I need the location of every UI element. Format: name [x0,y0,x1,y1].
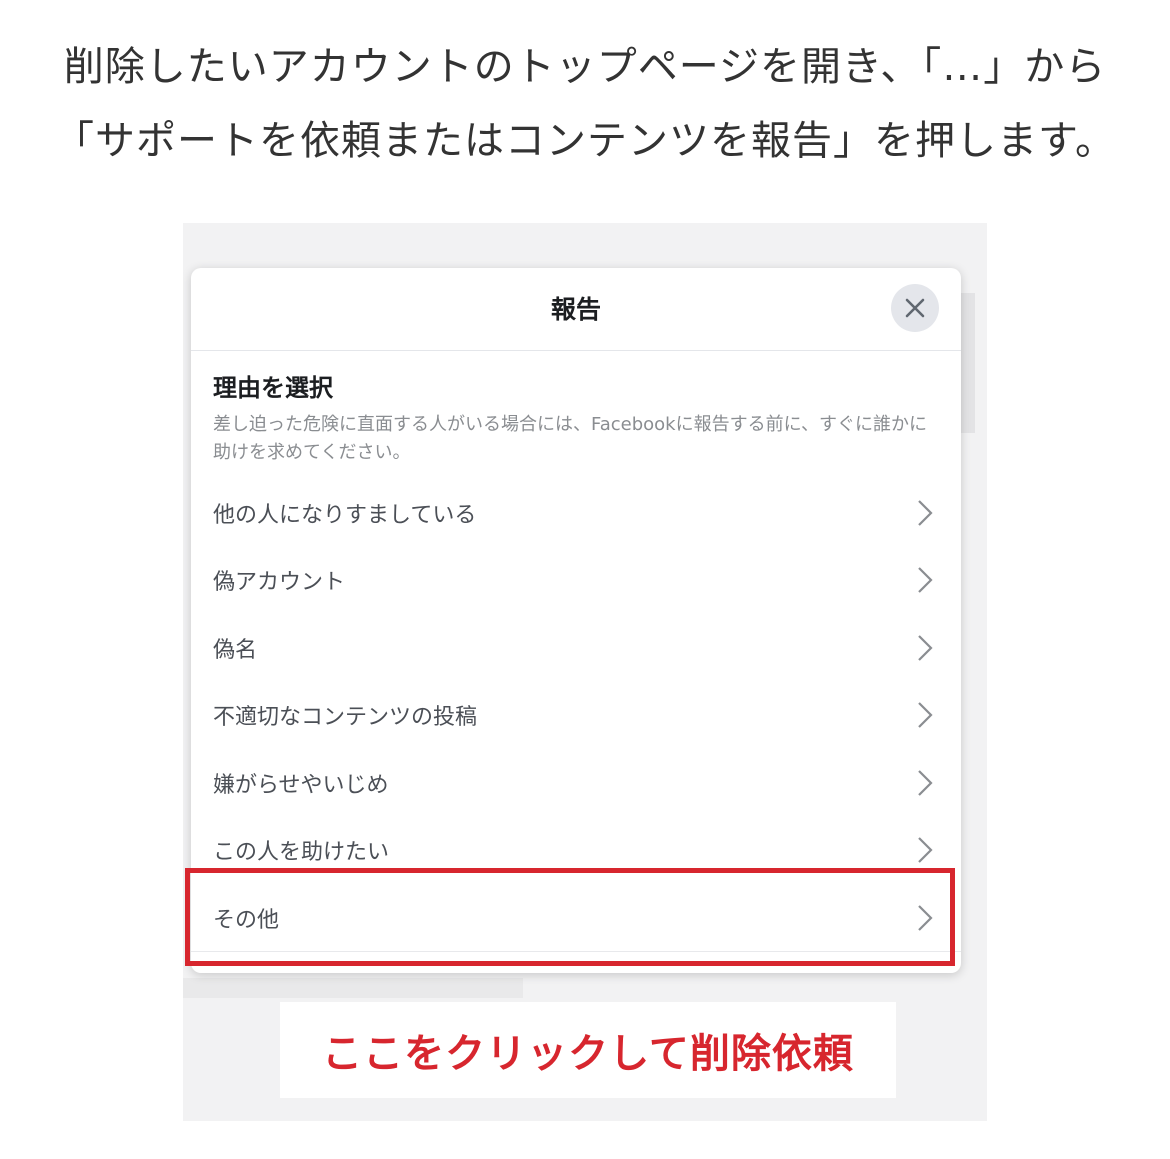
list-divider [191,950,961,952]
section-description: 差し迫った危険に直面する人がいる場合には、Facebookに報告する前に、すぐに… [213,414,928,463]
chevron-right-icon [918,567,933,594]
dialog-body: 理由を選択 差し迫った危険に直面する人がいる場合には、Facebookに報告する… [191,351,961,952]
reason-item-fake-name[interactable]: 偽名 [213,614,939,682]
chevron-right-icon [918,837,933,864]
chevron-right-icon [918,769,933,796]
reason-label: 偽名 [213,637,258,663]
reason-list: 他の人になりすましている 偽アカウント 偽名 不適切なコンテンツの投稿 嫌がらせ… [191,479,961,952]
reason-item-impersonation[interactable]: 他の人になりすましている [213,479,939,547]
chevron-right-icon [918,499,933,526]
instruction-text: 削除したいアカウントのトップページを開き、「…」から 「サポートを依頼またはコン… [0,30,1170,178]
reason-label: その他 [213,907,280,933]
close-button[interactable] [891,284,939,332]
reason-label: 偽アカウント [213,570,346,596]
reason-label: 他の人になりすましている [213,502,477,528]
chevron-right-icon [918,634,933,661]
background-strip [183,978,523,998]
close-icon [905,298,925,318]
reason-item-fake-account[interactable]: 偽アカウント [213,547,939,615]
reason-item-help-person[interactable]: この人を助けたい [213,817,939,885]
chevron-right-icon [918,702,933,729]
reason-item-other[interactable]: その他 [191,884,961,952]
dialog-header: 報告 [191,268,961,351]
reason-label: 不適切なコンテンツの投稿 [213,705,478,731]
report-dialog: 報告 理由を選択 差し迫った危険に直面する人がいる場合には、Facebookに報… [191,268,961,973]
dialog-title: 報告 [550,295,601,324]
reason-item-harassment[interactable]: 嫌がらせやいじめ [213,749,939,817]
chevron-right-icon [918,904,933,931]
reason-label: 嫌がらせやいじめ [213,772,389,798]
annotation-caption: ここをクリックして削除依頼 [322,1031,854,1077]
section-title: 理由を選択 [213,374,333,402]
report-dialog-screenshot: 報告 理由を選択 差し迫った危険に直面する人がいる場合には、Facebookに報… [183,223,987,1121]
instruction-line-2: 「サポートを依頼またはコンテンツを報告」を押します。 [54,118,1116,164]
reason-label: この人を助けたい [213,840,390,866]
reason-item-inappropriate-content[interactable]: 不適切なコンテンツの投稿 [213,682,939,750]
instruction-line-1: 削除したいアカウントのトップページを開き、「…」から [63,44,1107,90]
background-scrollbar [961,293,975,433]
